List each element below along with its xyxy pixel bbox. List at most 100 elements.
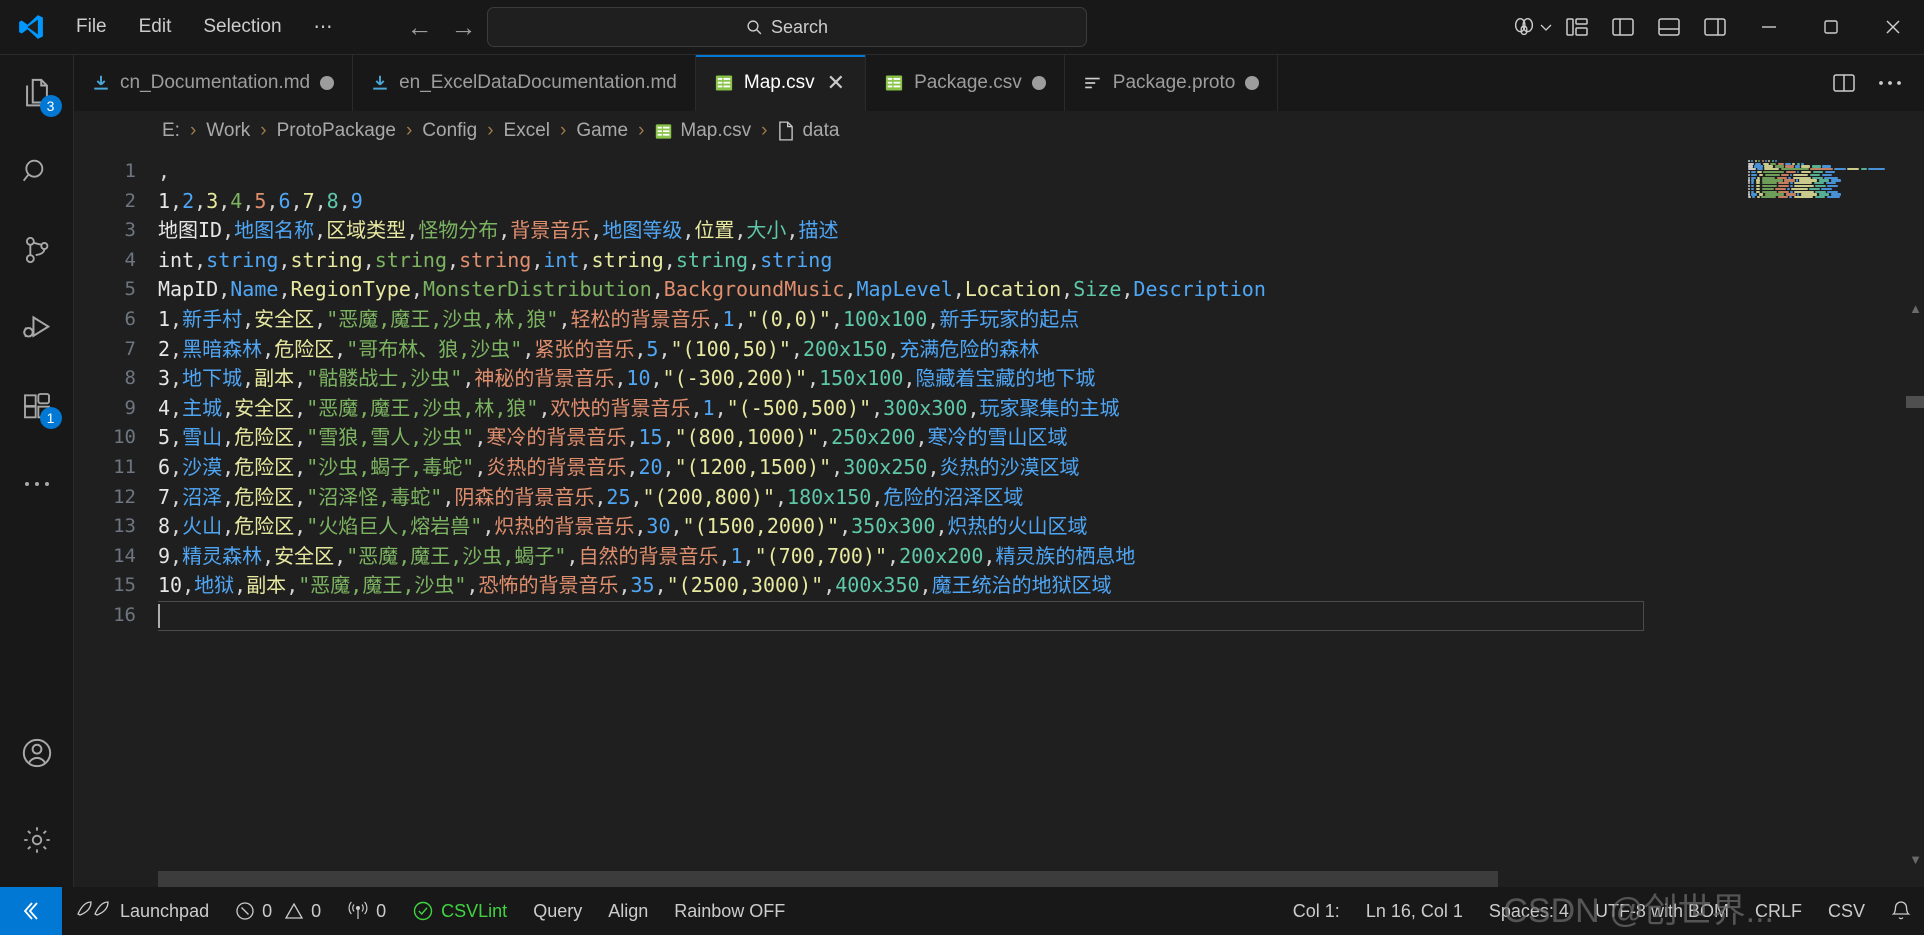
code-line[interactable]: int,string,string,string,string,int,stri… (158, 246, 1924, 276)
status-indentation[interactable]: Spaces: 4 (1476, 887, 1582, 935)
tab-package-proto[interactable]: Package.proto (1064, 55, 1279, 111)
code-line[interactable]: 1,新手村,安全区,"恶魔,魔王,沙虫,林,狼",轻松的背景音乐,1,"(0,0… (158, 305, 1924, 335)
menu-more[interactable]: ⋯ (300, 11, 347, 44)
status-bar-right: Col 1: Ln 16, Col 1 Spaces: 4 UTF-8 with… (1280, 887, 1924, 935)
code-line[interactable]: 2,黑暗森林,危险区,"哥布林、狼,沙虫",紧张的音乐,5,"(100,50)"… (158, 335, 1924, 365)
tab-dirty-indicator[interactable] (1245, 76, 1260, 90)
line-number: 14 (113, 544, 136, 567)
code-line[interactable]: 1,2,3,4,5,6,7,8,9 (158, 187, 1924, 217)
toggle-panel-icon[interactable] (1646, 0, 1692, 55)
close-button[interactable] (1862, 0, 1924, 55)
split-editor-right-button[interactable] (1824, 63, 1864, 103)
csv-icon (714, 73, 734, 93)
breadcrumb-data[interactable]: data (773, 119, 843, 143)
breadcrumb-excel[interactable]: Excel (500, 119, 554, 143)
status-launchpad[interactable]: Launchpad (62, 887, 222, 935)
breadcrumb-separator: › (260, 120, 267, 141)
toggle-secondary-sidebar-icon[interactable] (1692, 0, 1738, 55)
scrollbar-thumb[interactable] (1906, 396, 1924, 408)
line-number: 8 (124, 367, 136, 390)
code-line[interactable] (158, 600, 1644, 631)
tab-dirty-indicator[interactable] (1031, 76, 1046, 90)
sidebar-item-search[interactable] (0, 133, 74, 211)
code-line[interactable]: 9,精灵森林,安全区,"恶魔,魔王,沙虫,蝎子",自然的背景音乐,1,"(700… (158, 542, 1924, 572)
code-line[interactable]: 7,沼泽,危险区,"沼泽怪,毒蛇",阴森的背景音乐,25,"(200,800)"… (158, 483, 1924, 513)
toggle-primary-sidebar-icon[interactable] (1600, 0, 1646, 55)
code-line[interactable]: MapID,Name,RegionType,MonsterDistributio… (158, 275, 1924, 305)
line-number: 4 (124, 248, 136, 271)
tab-map-csv[interactable]: Map.csv ✕ (695, 55, 867, 111)
status-notifications[interactable] (1878, 887, 1924, 935)
line-number: 16 (113, 603, 136, 626)
tab-en-excel-data-documentation[interactable]: en_ExcelDataDocumentation.md (353, 55, 696, 111)
menu-edit[interactable]: Edit (125, 11, 186, 43)
sidebar-item-run-debug[interactable] (0, 289, 74, 367)
code-editor[interactable]: 1 2 3 4 5 6 7 8 9 10 11 12 13 14 15 16 , 1,2,3,4,5,6,7,8… (74, 151, 1924, 871)
search-icon (22, 159, 43, 182)
horizontal-scrollbar-thumb[interactable] (158, 871, 1498, 887)
remote-window-icon[interactable] (0, 887, 62, 935)
vertical-scrollbar[interactable]: ▲ ▼ (1906, 151, 1924, 871)
scroll-down-arrow[interactable]: ▼ (1909, 852, 1922, 867)
status-encoding[interactable]: UTF-8 with BOM (1582, 887, 1742, 935)
code-line[interactable]: 10,地狱,副本,"恶魔,魔王,沙虫",恐怖的背景音乐,35,"(2500,30… (158, 571, 1924, 601)
code-line[interactable]: 地图ID,地图名称,区域类型,怪物分布,背景音乐,地图等级,位置,大小,描述 (158, 216, 1924, 246)
status-query[interactable]: Query (520, 887, 595, 935)
editor-actions (1824, 55, 1924, 111)
close-icon[interactable]: ✕ (825, 72, 847, 94)
breadcrumb-drive[interactable]: E: (158, 119, 184, 143)
status-csvlint-label: CSVLint (441, 900, 508, 921)
horizontal-scrollbar[interactable] (74, 871, 1924, 887)
breadcrumb-protopackage[interactable]: ProtoPackage (273, 119, 400, 143)
code-line[interactable]: 8,火山,危险区,"火焰巨人,熔岩兽",炽热的背景音乐,30,"(1500,20… (158, 512, 1924, 542)
code-line[interactable]: 6,沙漠,危险区,"沙虫,蝎子,毒蛇",炎热的背景音乐,20,"(1200,15… (158, 453, 1924, 483)
code-content[interactable]: , 1,2,3,4,5,6,7,8,9 地图ID,地图名称,区域类型,怪物分布,背景… (158, 151, 1924, 871)
sidebar-item-extensions[interactable]: 1 (0, 367, 74, 445)
breadcrumb-game[interactable]: Game (572, 119, 632, 143)
rocket-icon (77, 901, 109, 916)
breadcrumb-config[interactable]: Config (418, 119, 481, 143)
scroll-up-arrow[interactable]: ▲ (1909, 301, 1922, 316)
extensions-badge: 1 (39, 407, 62, 429)
arrow-right-icon[interactable]: → (451, 14, 477, 40)
gear-icon (23, 826, 50, 853)
tab-dirty-indicator[interactable] (320, 76, 335, 90)
code-line[interactable]: 5,雪山,危险区,"雪狼,雪人,沙虫",寒冷的背景音乐,15,"(800,100… (158, 423, 1924, 453)
status-column[interactable]: Col 1: (1280, 887, 1353, 935)
breadcrumb: E: › Work › ProtoPackage › Config › Exce… (74, 111, 1924, 151)
accounts-button[interactable] (0, 714, 74, 792)
settings-button[interactable] (0, 792, 74, 887)
menu-selection[interactable]: Selection (189, 11, 295, 43)
breadcrumb-map-csv[interactable]: Map.csv (650, 119, 755, 143)
status-rainbow[interactable]: Rainbow OFF (661, 887, 798, 935)
code-line[interactable]: 4,主城,安全区,"恶魔,魔王,沙虫,林,狼",欢快的背景音乐,1,"(-500… (158, 394, 1924, 424)
editor-more-actions-button[interactable] (1870, 63, 1910, 103)
minimize-button[interactable] (1738, 0, 1800, 55)
status-ports[interactable]: 0 (334, 887, 399, 935)
arrow-left-icon[interactable]: ← (407, 14, 433, 40)
status-eol[interactable]: CRLF (1742, 887, 1815, 935)
status-cursor-position[interactable]: Ln 16, Col 1 (1353, 887, 1476, 935)
status-language-mode[interactable]: CSV (1815, 887, 1878, 935)
sidebar-item-explorer[interactable]: 3 (0, 55, 74, 133)
search-input[interactable]: Search (487, 7, 1087, 47)
accounts-copilot-icon[interactable] (1508, 0, 1554, 55)
status-align[interactable]: Align (595, 887, 661, 935)
code-line[interactable]: , (158, 157, 1924, 187)
csv-icon (884, 73, 904, 93)
breadcrumb-work[interactable]: Work (202, 119, 254, 143)
maximize-button[interactable] (1800, 0, 1862, 55)
customize-layout-icon[interactable] (1554, 0, 1600, 55)
tab-cn-documentation[interactable]: cn_Documentation.md (74, 55, 354, 111)
sidebar-item-source-control[interactable] (0, 211, 74, 289)
tab-package-csv[interactable]: Package.csv (866, 55, 1065, 111)
breadcrumb-label: data (802, 120, 840, 141)
sidebar-item-more[interactable] (0, 445, 74, 523)
code-line[interactable]: 3,地下城,副本,"骷髅战士,沙虫",神秘的背景音乐,10,"(-300,200… (158, 364, 1924, 394)
vscode-window: File Edit Selection ⋯ ← → Search 3 1 cn_… (0, 0, 1924, 935)
line-number: 11 (113, 455, 136, 478)
menu-file[interactable]: File (62, 11, 121, 43)
status-csvlint[interactable]: CSVLint (399, 887, 520, 935)
markdown-icon (92, 74, 110, 92)
status-problems[interactable]: 0 0 (222, 887, 334, 935)
